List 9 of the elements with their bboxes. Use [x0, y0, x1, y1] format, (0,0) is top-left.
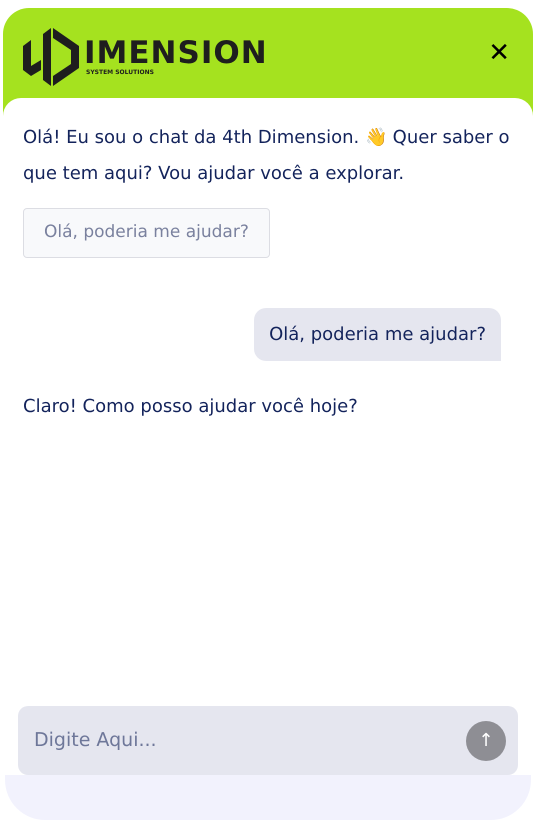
logo-text: IMENSION: [84, 37, 268, 69]
logo-icon: [23, 26, 81, 88]
send-button[interactable]: ↑: [466, 720, 506, 760]
bot-message: Claro! Como posso ajudar você hoje?: [23, 395, 359, 419]
close-button[interactable]: ✕: [488, 40, 510, 66]
user-message: Olá, poderia me ajudar?: [254, 308, 501, 361]
message-input[interactable]: Digite Aqui... ↑: [18, 706, 518, 775]
suggestion-chip[interactable]: Olá, poderia me ajudar?: [23, 208, 270, 258]
bot-message: Olá! Eu sou o chat da 4th Dimension. 👋 Quer saber o que tem aqui? Vou ajudar você a explorar.: [23, 126, 510, 186]
